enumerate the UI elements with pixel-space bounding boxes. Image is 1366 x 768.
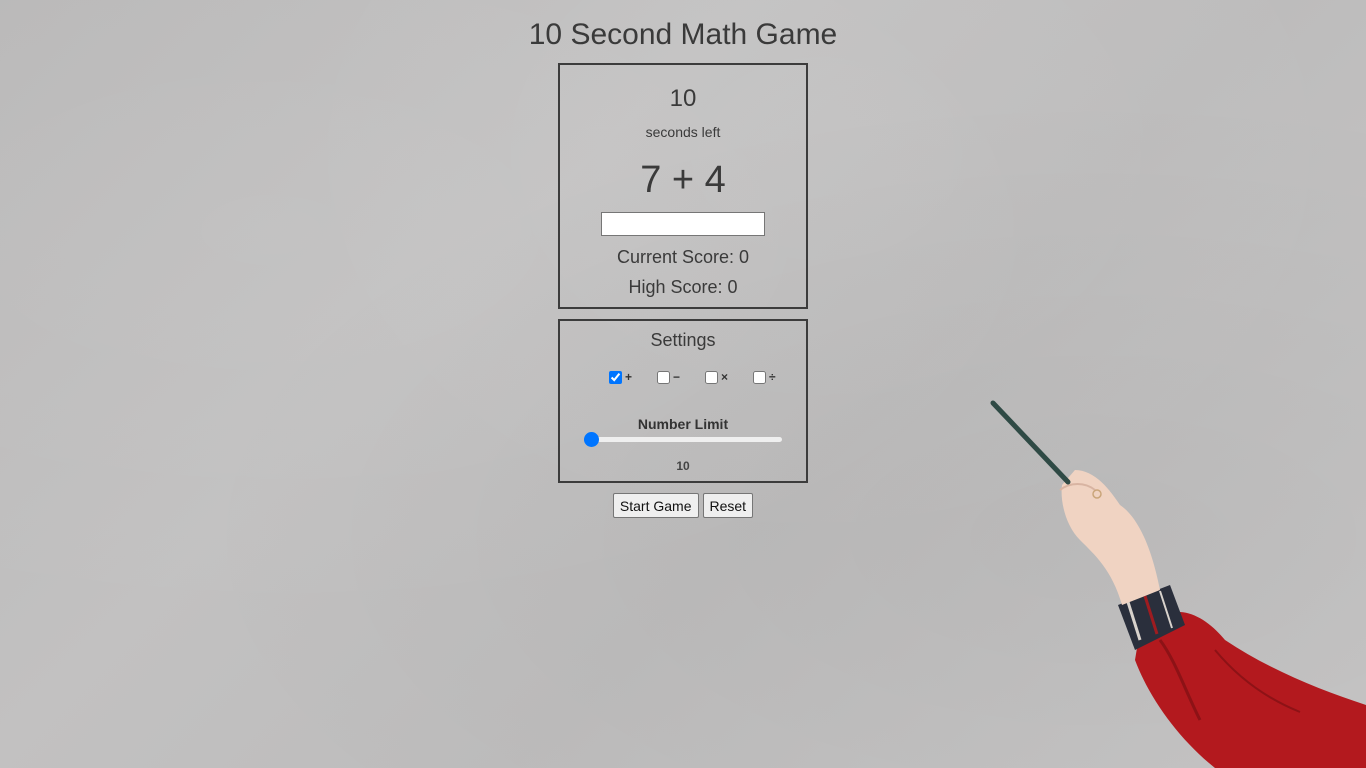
multiplication-label: × [721,370,729,384]
start-game-button[interactable]: Start Game [612,493,699,518]
game-panel: 10 seconds left 7 + 4 Current Score: 0 H… [558,63,808,309]
slider-track [584,437,782,442]
number-limit-label: Number Limit [637,416,729,432]
multiplication-checkbox[interactable] [705,370,718,384]
number-limit-value: 10 [676,459,690,473]
settings-title: Settings [650,330,716,350]
division-label: ÷ [769,370,776,384]
page-title: 10 Second Math Game [528,18,838,51]
subtraction-label: − [673,370,681,384]
addition-label: + [625,370,633,384]
division-checkbox[interactable] [753,370,766,384]
math-problem: 7 + 4 [640,159,726,201]
addition-checkbox[interactable] [609,370,622,384]
high-score: High Score: 0 [628,277,738,297]
timer-label: seconds left [645,124,721,140]
operator-subtraction[interactable]: − [657,370,680,384]
reset-button[interactable]: Reset [702,493,754,518]
game-controls: Start Game Reset [0,493,1366,518]
current-score: Current Score: 0 [616,247,750,267]
slider-thumb[interactable] [584,432,599,447]
number-limit-slider[interactable] [584,432,782,448]
operator-addition[interactable]: + [609,370,632,384]
operator-division[interactable]: ÷ [753,370,776,384]
operator-multiplication[interactable]: × [705,370,728,384]
subtraction-checkbox[interactable] [657,370,670,384]
answer-input[interactable] [601,212,765,236]
settings-panel: Settings + − × ÷ Number Limit 10 [558,319,808,483]
timer-value: 10 [669,85,697,112]
